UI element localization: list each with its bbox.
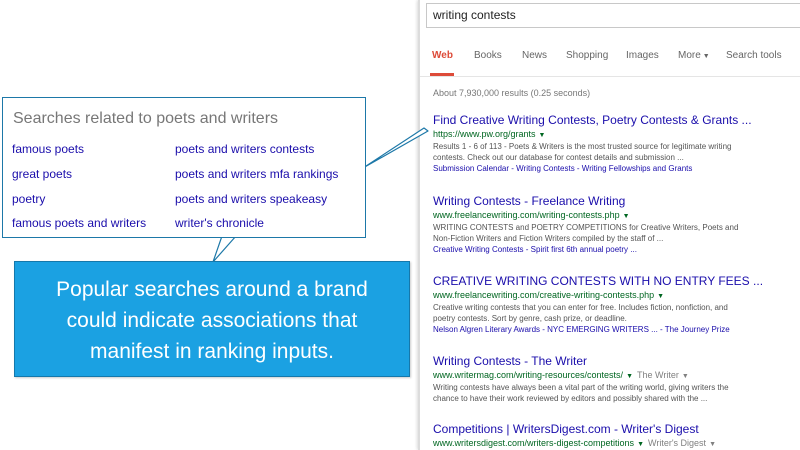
connector-line-to-callout (212, 235, 237, 263)
snippet-line: Non-Fiction Writers and Fiction Writers … (433, 234, 664, 243)
search-result: CREATIVE WRITING CONTESTS WITH NO ENTRY … (433, 274, 793, 335)
result-source: Writer's Digest (648, 438, 707, 448)
result-snippet: Writing contests have always been a vita… (433, 382, 793, 404)
related-searches-box: Searches related to poets and writers fa… (2, 97, 366, 238)
snippet-line: WRITING CONTESTS and POETRY COMPETITIONS… (433, 223, 739, 232)
callout-box: Popular searches around a brand could in… (14, 261, 410, 377)
callout-line: Popular searches around a brand (56, 278, 368, 301)
callout-line: manifest in ranking inputs. (90, 340, 334, 363)
result-snippet: WRITING CONTESTS and POETRY COMPETITIONS… (433, 222, 793, 244)
snippet-line: Results 1 - 6 of 113 - Poets & Writers i… (433, 142, 732, 151)
related-search-link[interactable]: famous poets and writers (12, 216, 146, 230)
related-searches-title: Searches related to poets and writers (13, 110, 279, 127)
caret-down-icon[interactable]: ▼ (682, 373, 689, 380)
result-sitelinks[interactable]: Creative Writing Contests - Spirit first… (433, 244, 793, 255)
related-search-link[interactable]: poets and writers contests (175, 142, 314, 156)
search-result: Competitions | WritersDigest.com - Write… (433, 422, 793, 448)
result-source: The Writer (637, 370, 679, 380)
caret-down-icon: ▼ (702, 53, 710, 60)
result-url: www.writersdigest.com/writers-digest-com… (433, 438, 793, 448)
result-snippet: Results 1 - 6 of 113 - Poets & Writers i… (433, 141, 793, 163)
result-sitelinks[interactable]: Submission Calendar - Writing Contests -… (433, 163, 793, 174)
snippet-line: contests. Check out our database for con… (433, 153, 684, 162)
search-box[interactable] (426, 3, 800, 28)
result-url-text: www.freelancewriting.com/creative-writin… (433, 290, 655, 300)
result-sitelinks[interactable]: Nelson Algren Literary Awards - NYC EMER… (433, 324, 793, 335)
result-url-text: https://www.pw.org/grants (433, 129, 536, 139)
result-title-link[interactable]: Find Creative Writing Contests, Poetry C… (433, 113, 793, 127)
result-title-link[interactable]: Competitions | WritersDigest.com - Write… (433, 422, 793, 436)
snippet-line: chance to have their work reviewed by ed… (433, 394, 708, 403)
search-input[interactable] (427, 4, 800, 26)
related-search-link[interactable]: poetry (12, 192, 45, 206)
callout-line: could indicate associations that (66, 309, 358, 332)
related-search-link[interactable]: poets and writers speakeasy (175, 192, 327, 206)
result-url: www.freelancewriting.com/creative-writin… (433, 290, 793, 300)
result-stats: About 7,930,000 results (0.25 seconds) (433, 88, 591, 98)
search-result: Find Creative Writing Contests, Poetry C… (433, 113, 793, 174)
caret-down-icon[interactable]: ▼ (539, 132, 546, 139)
tab-search-tools[interactable]: Search tools (726, 50, 782, 61)
tab-more-label: More (678, 50, 701, 61)
search-result: Writing Contests - Freelance Writing www… (433, 194, 793, 255)
result-url-text: www.writersdigest.com/writers-digest-com… (433, 438, 635, 448)
caret-down-icon[interactable]: ▼ (626, 373, 633, 380)
caret-down-icon[interactable]: ▼ (709, 441, 716, 448)
result-snippet: Creative writing contests that you can e… (433, 302, 793, 324)
tab-images[interactable]: Images (626, 50, 659, 61)
related-search-link[interactable]: great poets (12, 167, 72, 181)
related-search-link[interactable]: famous poets (12, 142, 84, 156)
tab-books[interactable]: Books (474, 50, 502, 61)
tab-shopping[interactable]: Shopping (566, 50, 608, 61)
result-url-text: www.freelancewriting.com/writing-contest… (433, 210, 620, 220)
search-result: Writing Contests - The Writer www.writer… (433, 354, 793, 404)
caret-down-icon[interactable]: ▼ (623, 213, 630, 220)
caret-down-icon[interactable]: ▼ (637, 441, 644, 448)
result-title-link[interactable]: Writing Contests - Freelance Writing (433, 194, 793, 208)
search-tabs: Web Books News Shopping Images More ▼ Sea… (420, 36, 800, 77)
result-title-link[interactable]: Writing Contests - The Writer (433, 354, 793, 368)
snippet-line: Writing contests have always been a vita… (433, 383, 729, 392)
search-results-panel: Web Books News Shopping Images More▼ Sea… (418, 0, 800, 450)
related-search-link[interactable]: writer's chronicle (175, 216, 264, 230)
result-url: www.writermag.com/writing-resources/cont… (433, 370, 793, 380)
tab-more[interactable]: More ▼ (678, 50, 710, 61)
tab-web[interactable]: Web (432, 50, 453, 61)
result-url: www.freelancewriting.com/writing-contest… (433, 210, 793, 220)
result-title-link[interactable]: CREATIVE WRITING CONTESTS WITH NO ENTRY … (433, 274, 793, 288)
callout-text: Popular searches around a brand could in… (15, 274, 409, 367)
snippet-line: Creative writing contests that you can e… (433, 303, 728, 312)
tab-news[interactable]: News (522, 50, 547, 61)
active-tab-indicator (430, 73, 454, 76)
snippet-line: poetry contests. Sort by genre, cash pri… (433, 314, 627, 323)
result-url: https://www.pw.org/grants ▼ (433, 129, 793, 139)
result-url-text: www.writermag.com/writing-resources/cont… (433, 370, 624, 380)
caret-down-icon[interactable]: ▼ (657, 293, 664, 300)
related-search-link[interactable]: poets and writers mfa rankings (175, 167, 338, 181)
